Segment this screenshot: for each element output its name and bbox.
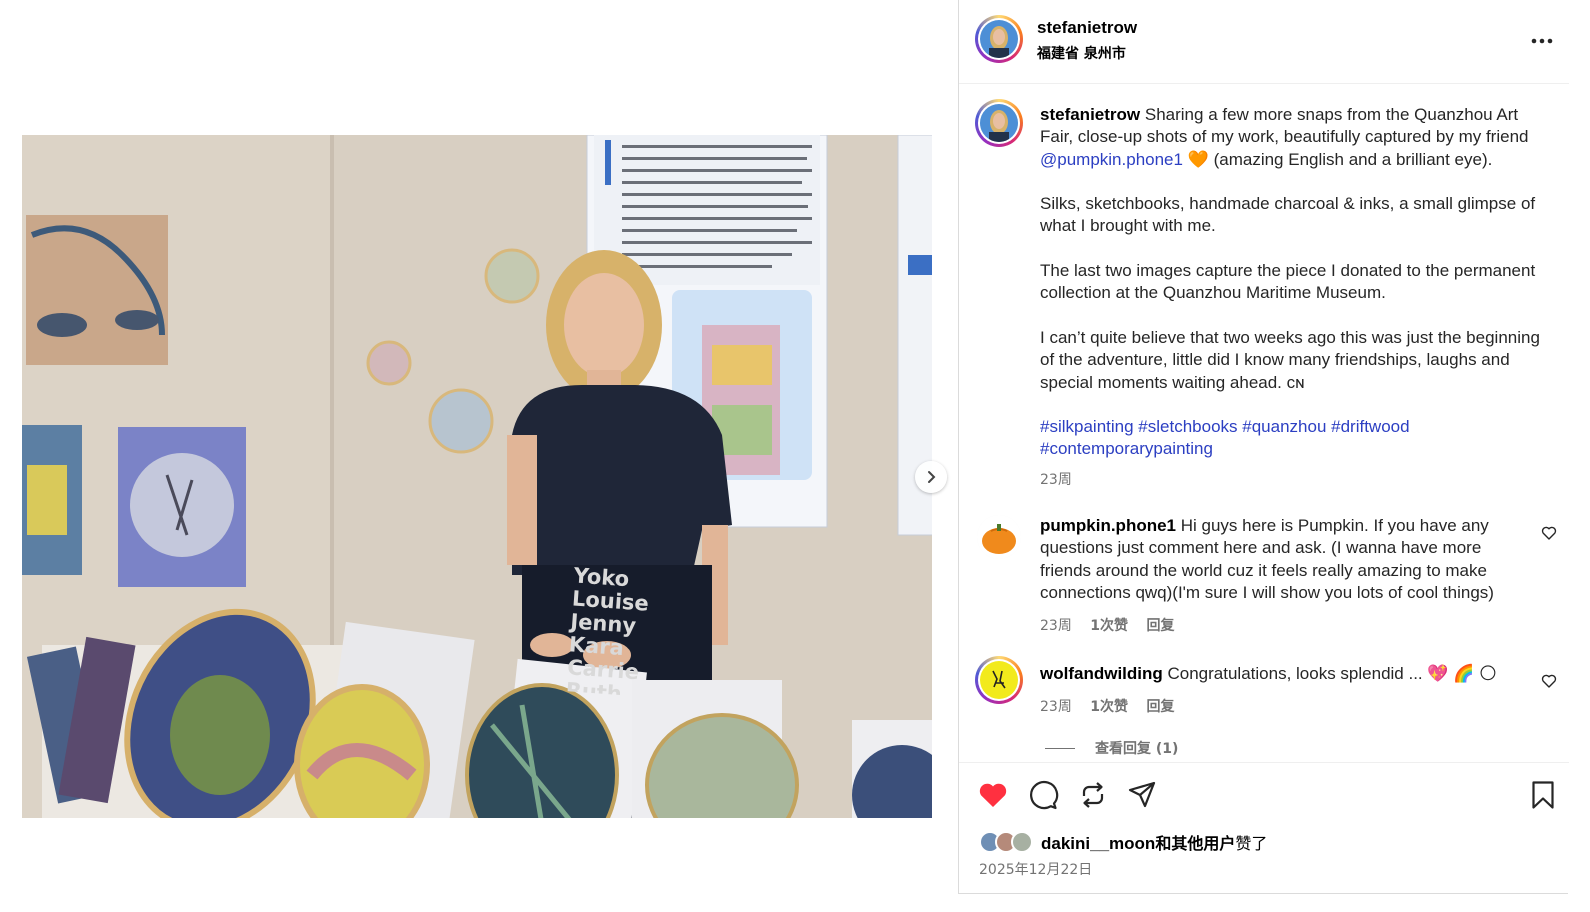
bookmark-icon[interactable] (1527, 779, 1559, 811)
caption-paragraph: I can’t quite believe that two weeks ago… (1040, 327, 1540, 392)
caption-username[interactable]: stefanietrow (1040, 105, 1140, 124)
more-options-button[interactable] (1529, 28, 1555, 54)
comment-time[interactable]: 23周 (1040, 699, 1072, 715)
avatar[interactable] (975, 15, 1023, 63)
post-username[interactable]: stefanietrow (1037, 18, 1137, 38)
reply-button[interactable]: 回复 (1146, 699, 1174, 715)
comment-username[interactable]: pumpkin.phone1 (1040, 516, 1176, 535)
comment-likes[interactable]: 1次赞 (1090, 699, 1128, 715)
next-photo-button[interactable] (915, 461, 947, 493)
post-header: stefanietrow 福建省 泉州市 (959, 0, 1569, 84)
comment-username[interactable]: wolfandwilding (1040, 664, 1163, 683)
post-caption: stefanietrow Sharing a few more snaps fr… (1040, 104, 1545, 491)
comment-time[interactable]: 23周 (1040, 618, 1072, 634)
caption-paragraph: The last two images capture the piece I … (1040, 261, 1536, 303)
mention-link[interactable]: @pumpkin.phone1 (1040, 150, 1183, 169)
caption-paragraph: Silks, sketchbooks, handmade charcoal & … (1040, 194, 1536, 236)
post-photo[interactable]: Yoko Louise Jenny Kara Carrie Ruth (22, 135, 932, 818)
comment-icon[interactable] (1027, 779, 1059, 811)
likes-suffix: 赞了 (1235, 834, 1268, 853)
pumpkin-avatar-image (977, 515, 1021, 559)
wolf-avatar-image (980, 661, 1018, 699)
post-location[interactable]: 福建省 泉州市 (1037, 43, 1126, 63)
liker-avatar (1011, 831, 1033, 853)
caption-time[interactable]: 23周 (1040, 472, 1072, 488)
hashtag-link[interactable]: #contemporarypainting (1040, 439, 1213, 458)
hashtag-link[interactable]: #silkpainting (1040, 417, 1134, 436)
caption-text: 🧡 (amazing English and a brilliant eye). (1187, 149, 1493, 169)
heart-icon[interactable] (977, 779, 1009, 811)
post-panel: stefanietrow 福建省 泉州市 stefanietrow Sharin… (958, 0, 1569, 900)
comment-likes[interactable]: 1次赞 (1090, 618, 1128, 634)
likes-others[interactable]: 和其他用户 (1155, 834, 1235, 853)
share-icon[interactable] (1126, 779, 1158, 811)
tshirt-print: Yoko Louise Jenny Kara Carrie Ruth (566, 563, 651, 696)
hashtag-link[interactable]: #quanzhou (1242, 417, 1326, 436)
likes-summary[interactable]: dakini__moon和其他用户赞了 (979, 830, 1267, 854)
post-date[interactable]: 2025年12月22日 (979, 859, 1092, 879)
photo-illustration (22, 135, 932, 818)
more-icon (1531, 38, 1553, 44)
comment-text: Congratulations, looks splendid ... 💖 🌈 … (1167, 664, 1497, 683)
comment-input-bar[interactable] (958, 893, 1568, 912)
like-comment-icon[interactable] (1541, 673, 1557, 689)
comment-avatar[interactable] (975, 656, 1023, 704)
comments-section: stefanietrow Sharing a few more snaps fr… (959, 85, 1569, 761)
next-arrow-icon (928, 471, 936, 483)
caption-avatar[interactable] (975, 99, 1023, 147)
avatar-image (980, 20, 1018, 58)
action-bar: dakini__moon和其他用户赞了 2025年12月22日 (959, 762, 1569, 900)
avatar-image (980, 104, 1018, 142)
hashtag-link[interactable]: #sletchbooks (1138, 417, 1237, 436)
liker-username[interactable]: dakini__moon (1041, 834, 1155, 853)
comment-avatar[interactable] (977, 515, 1021, 559)
repost-icon[interactable] (1077, 779, 1109, 811)
reply-button[interactable]: 回复 (1146, 618, 1174, 634)
view-replies-label: 查看回复 (1) (1095, 741, 1179, 757)
media-area: Yoko Louise Jenny Kara Carrie Ruth (0, 0, 958, 912)
like-comment-icon[interactable] (1541, 525, 1557, 541)
view-replies-button[interactable]: 查看回复 (1) (1045, 738, 1178, 758)
hashtag-link[interactable]: #driftwood (1331, 417, 1409, 436)
divider-line (1045, 747, 1075, 749)
likes-text[interactable]: dakini__moon和其他用户赞了 (1041, 830, 1267, 854)
